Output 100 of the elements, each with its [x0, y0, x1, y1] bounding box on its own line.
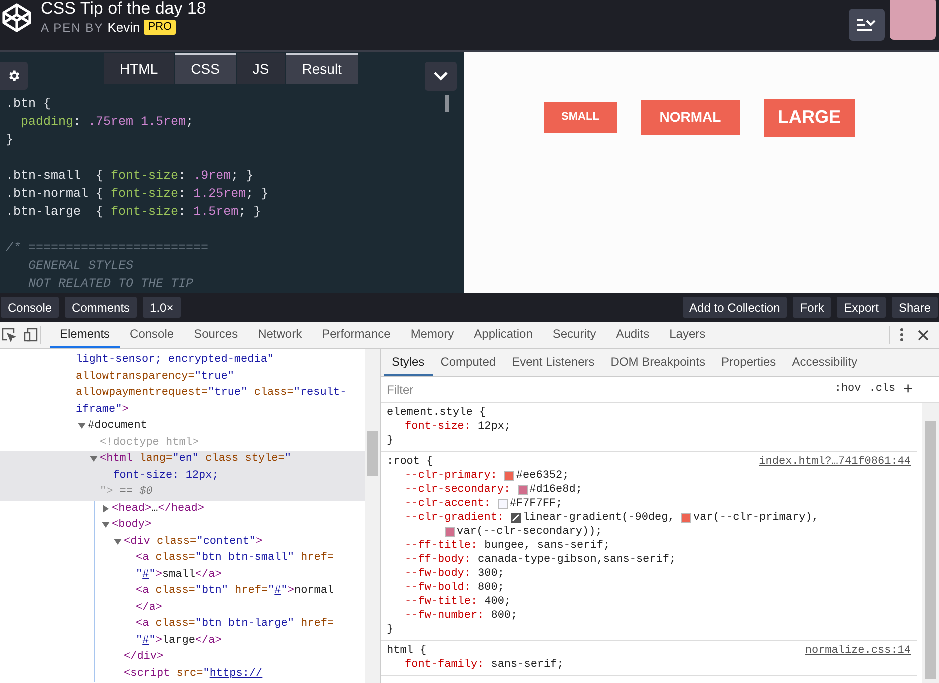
settings-icon — [7, 69, 21, 83]
dom-line: light-sensor; encrypted-media" — [76, 353, 274, 368]
byline-label: A PEN BY — [41, 22, 104, 34]
dom-line: </div> — [124, 650, 164, 665]
dom-line: <html lang="en" class style=" — [100, 452, 292, 467]
devtools-tab[interactable]: Memory — [400, 322, 464, 348]
author-link[interactable]: Kevin — [108, 21, 140, 34]
property-name: --fw-title: — [405, 595, 478, 609]
dom-line: </a> — [136, 600, 162, 616]
filter-field[interactable]: Filter — [381, 377, 831, 402]
property-value: 400; — [484, 595, 512, 609]
code-line: GENERAL STYLES — [28, 258, 134, 275]
footer-button[interactable]: 1.0× — [143, 297, 181, 318]
property-value: 800; — [491, 609, 518, 623]
property-value: #ee6352; — [516, 469, 570, 483]
property-value: 12px; — [478, 420, 512, 434]
scrollbar-thumb[interactable] — [445, 95, 449, 112]
code-line: NOT RELATED TO THE TIP — [28, 276, 194, 293]
rule-selector: :root { — [387, 455, 434, 469]
dom-line: allowtransparency="true" — [76, 370, 234, 384]
footer-button[interactable]: Share — [892, 297, 938, 318]
code-line: } — [6, 132, 14, 149]
expanded-triangle-icon[interactable] — [102, 521, 110, 530]
hover-state-toggle[interactable]: :hov — [830, 381, 866, 398]
editor-tab[interactable]: HTML — [104, 53, 174, 84]
code-line: .btn-small { font-size: .9rem; } — [6, 168, 254, 185]
collapsed-triangle-icon[interactable] — [102, 504, 110, 513]
styles-tab[interactable]: Event Listeners — [504, 349, 603, 376]
property-name: --fw-number: — [405, 609, 484, 623]
code-line: padding: .75rem 1.5rem; — [20, 114, 194, 131]
devtools-tab[interactable]: Console — [120, 322, 184, 348]
cube-logo-icon[interactable] — [2, 3, 32, 33]
footer-button[interactable]: Fork — [793, 297, 832, 318]
footer-button[interactable]: Comments — [65, 297, 138, 318]
property-name: --ff-title: — [405, 539, 478, 553]
color-swatch[interactable] — [518, 485, 528, 495]
inspect-element-icon[interactable] — [2, 328, 16, 342]
dom-line: <div class="content"> — [124, 534, 263, 550]
property-value: #F7F7FF; — [510, 497, 563, 511]
property-value: 800; — [478, 581, 504, 595]
devtools-tab[interactable]: Audits — [606, 322, 660, 348]
editor-tab[interactable]: Result — [286, 53, 358, 84]
dom-line: <a class="btn" href="#">normal — [136, 584, 334, 599]
rule-brace: } — [387, 623, 394, 637]
editor-tab[interactable]: CSS — [175, 53, 236, 84]
styles-tab[interactable]: Accessibility — [784, 349, 866, 376]
devtools-tab[interactable]: Layers — [660, 322, 716, 348]
code-line: .btn-large { font-size: 1.5rem; } — [6, 204, 262, 221]
scrollbar-thumb[interactable] — [367, 431, 378, 476]
property-name: --ff-body: — [405, 553, 472, 567]
color-swatch[interactable] — [445, 527, 455, 537]
devtools-tab[interactable]: Performance — [312, 322, 401, 348]
source-link[interactable]: index.html?…741f0861:44 — [759, 455, 911, 469]
dom-line: font-size: 12px; — [112, 468, 219, 484]
property-name: --clr-accent: — [405, 497, 491, 511]
property-name: --clr-secondary: — [405, 483, 511, 497]
devtools-tab[interactable]: Application — [464, 322, 543, 348]
color-swatch[interactable] — [504, 471, 514, 481]
settings-button[interactable] — [0, 62, 28, 90]
property-name: --fw-bold: — [405, 581, 472, 595]
devtools-tab[interactable]: Network — [248, 322, 312, 348]
property-name: --clr-gradient: — [405, 511, 504, 525]
property-value: bungee, sans-serif; — [484, 539, 610, 553]
footer-button[interactable]: Console — [1, 297, 60, 318]
expanded-triangle-icon[interactable] — [78, 422, 86, 430]
color-swatch[interactable] — [681, 513, 692, 523]
property-value: var(--clr-secondary)); — [457, 525, 602, 539]
code-line: .btn-normal { font-size: 1.25rem; } — [6, 186, 269, 203]
styles-tab[interactable]: DOM Breakpoints — [602, 349, 714, 376]
source-link[interactable]: normalize.css:14 — [805, 644, 911, 658]
editor-tab[interactable]: JS — [236, 53, 286, 84]
expanded-triangle-icon[interactable] — [90, 455, 98, 464]
property-name: font-size: — [405, 420, 472, 434]
rule-selector: html { — [387, 644, 427, 658]
new-rule-button[interactable]: + — [900, 382, 917, 398]
more-options-icon[interactable] — [900, 328, 904, 342]
color-swatch[interactable] — [498, 499, 508, 509]
dom-line: "#">large</a> — [136, 634, 222, 648]
device-toolbar-icon[interactable] — [24, 328, 38, 342]
property-value: sans-serif; — [491, 658, 564, 672]
close-icon[interactable] — [918, 330, 929, 340]
menu-button[interactable] — [849, 9, 885, 41]
chevron-down-icon — [434, 72, 448, 81]
devtools-tab[interactable]: Sources — [184, 322, 248, 348]
scrollbar-thumb[interactable] — [925, 421, 936, 679]
devtools-tab[interactable]: Security — [542, 322, 606, 348]
class-toggle[interactable]: .cls — [865, 381, 900, 398]
property-value: var(--clr-primary), — [693, 511, 819, 525]
footer-button[interactable]: Add to Collection — [682, 297, 788, 318]
code-line: /* ======================== — [6, 240, 209, 257]
gradient-swatch-icon[interactable] — [511, 513, 522, 523]
collapse-button[interactable] — [425, 62, 457, 91]
footer-button[interactable]: Export — [837, 297, 886, 318]
styles-tab[interactable]: Computed — [432, 349, 504, 376]
dom-line: #document — [88, 419, 148, 434]
expanded-triangle-icon[interactable] — [114, 538, 122, 546]
property-name: font-family: — [405, 658, 484, 672]
dom-line: <a class="btn btn-large" href= — [136, 617, 334, 632]
styles-tab[interactable]: Properties — [713, 349, 784, 376]
styles-tab[interactable]: Styles — [384, 349, 433, 376]
